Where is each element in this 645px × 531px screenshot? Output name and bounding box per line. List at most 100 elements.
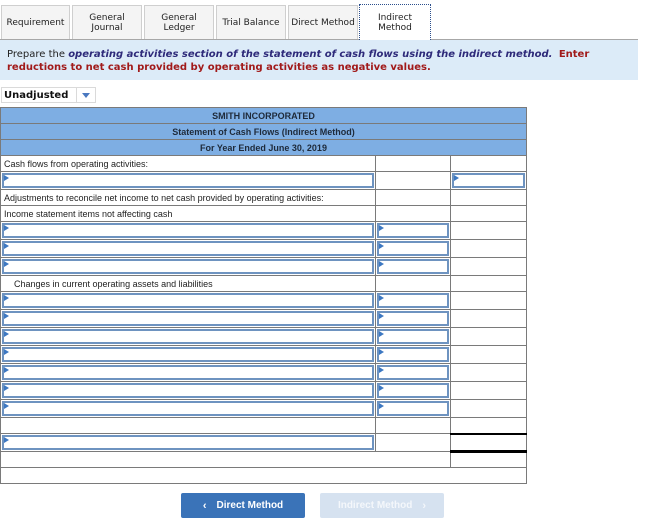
change-amount-cell [375, 345, 451, 364]
empty-cell [375, 417, 451, 434]
table-row [0, 239, 528, 258]
income-item-label-cell [0, 239, 376, 258]
empty-cell [0, 451, 451, 468]
income-item-amount-input[interactable] [377, 223, 449, 238]
instructions-emphasis: operating activities section of the stat… [68, 49, 553, 60]
tab-direct-method[interactable]: Direct Method [288, 5, 358, 39]
input-marker-icon [4, 349, 9, 355]
change-label-cell [0, 291, 376, 310]
statement-period: For Year Ended June 30, 2019 [0, 139, 528, 156]
total-label-cell [0, 433, 376, 452]
input-marker-icon [379, 313, 384, 319]
change-label-input[interactable] [2, 329, 374, 344]
change-amount-input[interactable] [377, 383, 449, 398]
change-label-input[interactable] [2, 383, 374, 398]
empty-cell [375, 189, 451, 206]
tab-general-journal[interactable]: General Journal [72, 5, 142, 39]
tab-label: Direct Method [291, 17, 355, 28]
change-label-input[interactable] [2, 365, 374, 380]
company-name: SMITH INCORPORATED [0, 107, 528, 124]
tab-trial-balance[interactable]: Trial Balance [216, 5, 286, 39]
table-row [0, 451, 528, 468]
input-marker-icon [379, 261, 384, 267]
input-marker-icon [454, 175, 459, 181]
empty-cell [449, 257, 528, 276]
income-item-label-input[interactable] [2, 259, 374, 274]
change-amount-cell [375, 363, 451, 382]
income-item-label-input[interactable] [2, 241, 374, 256]
table-row [0, 291, 528, 310]
table-row [0, 467, 528, 484]
net-income-label-input[interactable] [2, 173, 374, 188]
table-row: Cash flows from operating activities: [0, 155, 528, 172]
tab-indirect-method[interactable]: Indirect Method [359, 4, 431, 40]
table-row [0, 327, 528, 346]
empty-cell [449, 189, 528, 206]
change-label-input[interactable] [2, 293, 374, 308]
input-marker-icon [379, 367, 384, 373]
input-marker-icon [4, 225, 9, 231]
prev-direct-method-button[interactable]: ‹ Direct Method [181, 493, 305, 518]
net-income-amount-input[interactable] [452, 173, 526, 188]
tab-general-ledger[interactable]: General Ledger [144, 5, 214, 39]
change-label-input[interactable] [2, 311, 374, 326]
change-label-cell [0, 399, 376, 418]
input-marker-icon [379, 243, 384, 249]
input-marker-icon [4, 295, 9, 301]
statement-title: Statement of Cash Flows (Indirect Method… [0, 123, 528, 140]
income-item-label-input[interactable] [2, 223, 374, 238]
change-amount-cell [375, 327, 451, 346]
table-row [0, 309, 528, 328]
dropdown-toggle[interactable] [76, 88, 95, 102]
income-item-amount-input[interactable] [377, 259, 449, 274]
income-item-amount-cell [375, 257, 451, 276]
change-label-cell [0, 309, 376, 328]
income-item-label-cell [0, 221, 376, 240]
change-label-cell [0, 345, 376, 364]
total-amount-cell [449, 432, 528, 453]
change-amount-cell [375, 399, 451, 418]
table-row [0, 399, 528, 418]
change-amount-input[interactable] [377, 329, 449, 344]
income-item-amount-cell [375, 221, 451, 240]
table-row [0, 432, 528, 453]
empty-cell [449, 451, 528, 468]
income-item-amount-cell [375, 239, 451, 258]
income-item-label-cell [0, 257, 376, 276]
income-items-label: Income statement items not affecting cas… [0, 205, 376, 222]
change-label-input[interactable] [2, 347, 374, 362]
table-row [0, 345, 528, 364]
input-marker-icon [4, 175, 9, 181]
income-item-amount-input[interactable] [377, 241, 449, 256]
cash-flow-statement: SMITH INCORPORATED Statement of Cash Flo… [0, 107, 528, 484]
change-amount-input[interactable] [377, 347, 449, 362]
next-button-label: Indirect Method [337, 500, 413, 511]
change-amount-input[interactable] [377, 293, 449, 308]
change-amount-cell [375, 381, 451, 400]
dropdown-value: Unadjusted [4, 89, 69, 101]
tab-label: Indirect Method [377, 12, 413, 33]
empty-cell [375, 155, 451, 172]
adjustments-label: Adjustments to reconcile net income to n… [0, 189, 376, 206]
change-amount-input[interactable] [377, 401, 449, 416]
changes-label: Changes in current operating assets and … [0, 275, 376, 292]
input-marker-icon [4, 243, 9, 249]
input-marker-icon [4, 331, 9, 337]
empty-cell [0, 467, 528, 484]
empty-cell [0, 417, 376, 434]
adjustment-dropdown[interactable]: Unadjusted [1, 87, 96, 103]
tab-requirement[interactable]: Requirement [1, 5, 70, 39]
change-label-cell [0, 327, 376, 346]
change-label-input[interactable] [2, 401, 374, 416]
change-amount-cell [375, 309, 451, 328]
total-label-input[interactable] [2, 435, 374, 450]
change-amount-cell [375, 291, 451, 310]
change-amount-input[interactable] [377, 311, 449, 326]
empty-cell [449, 309, 528, 328]
empty-cell [449, 155, 528, 172]
instructions-prefix: Prepare the [7, 49, 69, 60]
input-marker-icon [4, 437, 9, 443]
tab-label: Requirement [6, 17, 65, 28]
change-amount-input[interactable] [377, 365, 449, 380]
input-marker-icon [379, 331, 384, 337]
